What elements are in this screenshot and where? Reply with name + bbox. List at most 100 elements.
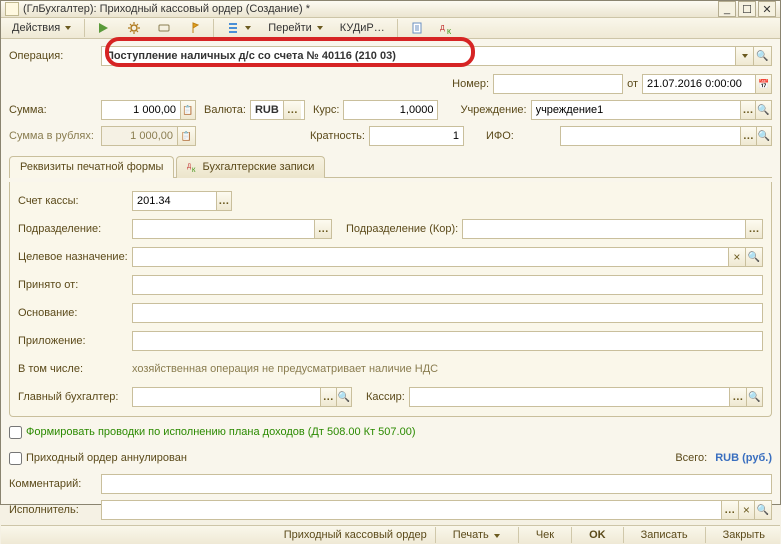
comment-input[interactable] [102,475,771,493]
kud-menu[interactable]: КУДиР… [333,18,392,38]
number-field[interactable] [493,74,623,94]
svg-text:К: К [192,168,196,172]
div-input[interactable] [133,220,314,238]
goto-menu[interactable]: Перейти [261,18,331,38]
tab-print-form[interactable]: Реквизиты печатной формы [9,156,174,178]
tool-7[interactable]: ДК [433,18,461,38]
purpose-field[interactable] [132,247,763,267]
rate-input[interactable] [344,101,437,119]
from-field[interactable] [132,275,763,295]
date-input[interactable] [643,75,755,93]
reason-input[interactable] [133,304,762,322]
maximize-button[interactable]: ☐ [738,1,756,17]
print-menu[interactable]: Печать [444,526,510,544]
chief-pick[interactable]: … [320,388,335,406]
purpose-clear[interactable] [728,248,745,266]
currency-field[interactable]: RUB… [250,100,305,120]
form-provodki-checkbox[interactable] [9,426,22,439]
dk-small-icon: ДК [187,162,199,172]
org-search[interactable] [755,101,771,119]
titlebar: (ГлБухгалтер): Приходный кассовый ордер … [1,1,780,18]
cashier-field[interactable]: … [409,387,763,407]
tool-5[interactable] [219,18,259,38]
tool-2[interactable] [120,18,148,38]
purpose-input[interactable] [133,248,728,266]
executor-clear[interactable] [738,501,755,519]
tool-1[interactable] [90,18,118,38]
org-pick[interactable]: … [740,101,756,119]
org-field[interactable]: … [531,100,772,120]
tab-accounting[interactable]: ДКБухгалтерские записи [176,156,325,178]
cashier-input[interactable] [410,388,729,406]
divkor-pick[interactable]: … [745,220,762,238]
close-window-button[interactable]: ✕ [758,1,776,17]
mult-input[interactable] [370,127,463,145]
org-input[interactable] [532,101,740,119]
minimize-button[interactable]: _ [718,1,736,17]
check-button[interactable]: Чек [527,526,563,544]
rate-field[interactable] [343,100,438,120]
flag-icon [187,21,201,35]
date-picker[interactable] [755,75,771,93]
executor-pick[interactable]: … [721,501,738,519]
close-button[interactable]: Закрыть [714,526,774,544]
ifo-search[interactable] [756,127,771,145]
svg-text:Д: Д [187,164,191,170]
div-pick[interactable]: … [314,220,331,238]
div-field[interactable]: … [132,219,332,239]
executor-search[interactable] [754,501,771,519]
annul-label: Приходный ордер аннулирован [26,452,187,464]
account-pick[interactable]: … [216,192,231,210]
operation-dropdown[interactable] [735,47,753,65]
save-button[interactable]: Записать [632,526,697,544]
operation-field[interactable]: Поступление наличных д/с со счета № 4011… [101,46,772,66]
chief-search[interactable] [336,388,351,406]
svg-text:Д: Д [440,25,445,32]
divkor-input[interactable] [463,220,745,238]
ifo-label: ИФО: [486,130,556,142]
tool-6[interactable] [403,18,431,38]
ifo-field[interactable]: … [560,126,772,146]
doc-link[interactable]: Приходный кассовый ордер [284,529,427,541]
structure-icon [226,21,240,35]
tool-3[interactable] [150,18,178,38]
annul-checkbox[interactable] [9,452,22,465]
actions-menu[interactable]: Действия [5,18,79,38]
tabs: Реквизиты печатной формы ДКБухгалтерские… [9,155,772,178]
account-input[interactable] [133,192,216,210]
account-field[interactable]: … [132,191,232,211]
ifo-pick[interactable]: … [740,127,755,145]
currency-pick[interactable]: … [283,101,301,119]
executor-field[interactable]: … [101,500,772,520]
from-input[interactable] [133,276,762,294]
sum-calc[interactable] [180,101,195,119]
ok-button[interactable]: OK [580,526,615,544]
operation-search[interactable] [753,47,771,65]
date-field[interactable] [642,74,772,94]
incl-label: В том числе: [18,363,128,375]
sumrub-label: Сумма в рублях: [9,130,97,142]
sumrub-calc[interactable] [177,127,195,145]
attach-input[interactable] [133,332,762,350]
chief-field[interactable]: … [132,387,352,407]
sum-input[interactable] [102,101,180,119]
toolbar: Действия Перейти КУДиР… ДК [1,18,780,39]
total-currency: RUB (руб.) [715,452,772,464]
doc-icon [410,21,424,35]
purpose-search[interactable] [745,248,762,266]
tool-4[interactable] [180,18,208,38]
mult-field[interactable] [369,126,464,146]
chief-input[interactable] [133,388,320,406]
number-input[interactable] [494,75,622,93]
ifo-input[interactable] [561,127,740,145]
sumrub-field: 1 000,00 [101,126,196,146]
cashier-search[interactable] [746,388,762,406]
comment-field[interactable] [101,474,772,494]
attach-field[interactable] [132,331,763,351]
divkor-field[interactable]: … [462,219,763,239]
reason-field[interactable] [132,303,763,323]
executor-input[interactable] [102,501,721,519]
window-title: (ГлБухгалтер): Приходный кассовый ордер … [23,3,716,15]
cashier-pick[interactable]: … [729,388,745,406]
sum-field[interactable] [101,100,196,120]
